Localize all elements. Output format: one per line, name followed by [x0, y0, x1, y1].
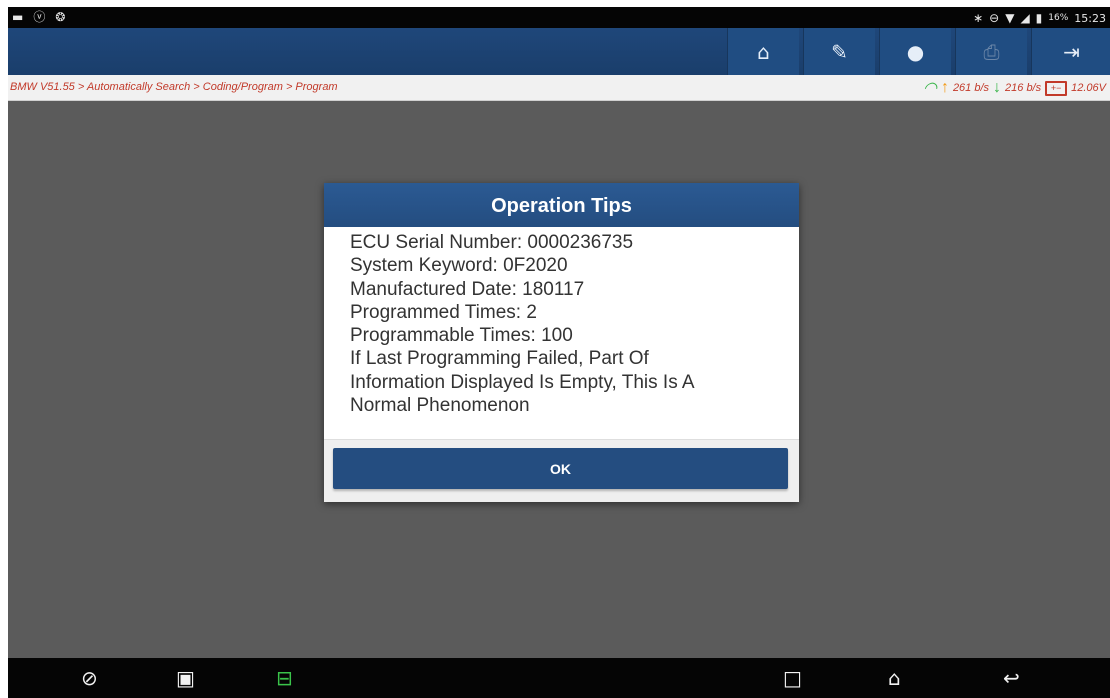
signal-icon: ◢	[1020, 11, 1030, 25]
touch-icon: ❂	[55, 10, 66, 24]
message-icon: ●	[906, 39, 925, 64]
back-icon[interactable]: ↩	[1003, 666, 1020, 690]
voltage: 12.06V	[1071, 82, 1106, 94]
breadcrumb-bar: BMW V51.55 > Automatically Search > Codi…	[8, 75, 1110, 101]
system-keyword: System Keyword: 0F2020	[350, 255, 568, 277]
usb-icon: ⓥ	[33, 10, 46, 24]
print-button[interactable]: ⎙	[955, 28, 1027, 75]
app-toolbar: ⌂ ✎ ● ⎙ ⇥	[8, 28, 1110, 75]
connection-info: ◠ ↑ 261 b/s ↓ 216 b/s +− 12.06V	[923, 78, 1106, 98]
edit-icon: ✎	[831, 39, 848, 64]
home-icon[interactable]: ⌂	[888, 666, 901, 690]
download-rate: 216 b/s	[1005, 82, 1042, 94]
status-bar: ▬ ⓥ ❂ ∗ ⊖ ▼ ◢ ▮ 16% 15:23	[8, 7, 1110, 28]
upload-arrow-icon: ↑	[940, 79, 949, 96]
note-line-1: If Last Programming Failed, Part Of	[350, 348, 649, 370]
programmable-times: Programmable Times: 100	[350, 325, 573, 347]
edit-button[interactable]: ✎	[803, 28, 875, 75]
message-button[interactable]: ●	[879, 28, 951, 75]
battery-percent: 16%	[1048, 13, 1069, 23]
do-not-disturb-icon: ⊖	[989, 11, 1000, 25]
dialog-footer: OK	[324, 439, 799, 502]
home-icon: ⌂	[757, 39, 770, 64]
manufactured-date: Manufactured Date: 180117	[350, 278, 585, 300]
vci-icon[interactable]: ⊟	[276, 666, 293, 690]
exit-button[interactable]: ⇥	[1031, 28, 1110, 75]
operation-tips-dialog: Operation Tips ECU Serial Number: 000023…	[324, 183, 799, 502]
wifi-icon: ▼	[1005, 11, 1015, 25]
battery-icon: ▮	[1035, 11, 1043, 25]
exit-icon: ⇥	[1063, 39, 1080, 64]
ecu-serial-number: ECU Serial Number: 0000236735	[350, 232, 634, 253]
download-arrow-icon: ↓	[993, 79, 1002, 96]
gallery-icon[interactable]: ▣	[176, 666, 195, 690]
note-line-3: Normal Phenomenon	[350, 395, 530, 417]
dialog-body: ECU Serial Number: 0000236735 System Key…	[324, 227, 799, 443]
bluetooth-icon: ∗	[973, 11, 984, 25]
image-icon: ▬	[12, 10, 24, 24]
recents-icon[interactable]: □	[783, 666, 802, 690]
breadcrumb: BMW V51.55 > Automatically Search > Codi…	[10, 81, 338, 93]
navigation-bar: ⊘ ▣ ⊟ □ ⌂ ↩	[8, 658, 1110, 698]
browser-icon[interactable]: ⊘	[81, 666, 98, 690]
ok-button[interactable]: OK	[333, 448, 788, 489]
print-icon: ⎙	[983, 39, 1000, 64]
clock: 15:23	[1074, 11, 1106, 25]
note-line-2: Information Displayed Is Empty, This Is …	[350, 371, 695, 393]
car-battery-icon: +−	[1045, 80, 1068, 96]
dialog-title: Operation Tips	[324, 183, 799, 227]
programmed-times: Programmed Times: 2	[350, 301, 537, 323]
upload-rate: 261 b/s	[952, 82, 990, 94]
home-button[interactable]: ⌂	[727, 28, 799, 75]
wifi-signal-icon: ◠	[922, 80, 937, 97]
